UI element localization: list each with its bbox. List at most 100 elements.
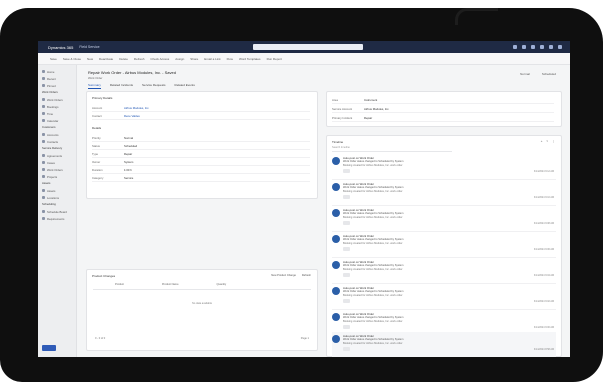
view-post-button[interactable] [343, 299, 350, 303]
contact-field[interactable]: Contact Rene Valdes [92, 112, 310, 120]
timeline-post[interactable]: Auto-post on Work Order Work Order statu… [332, 332, 556, 357]
tablet-camera-notch [455, 8, 498, 25]
contact-lookup-link[interactable]: Rene Valdes [124, 114, 140, 118]
column-header-product[interactable]: Product [115, 283, 124, 289]
subgrid-pager[interactable]: Page 1 [301, 337, 309, 340]
sidebar-item-pinned[interactable]: Pinned [38, 82, 76, 89]
status-field[interactable]: Status Scheduled [92, 142, 310, 150]
lightbulb-icon[interactable] [513, 45, 517, 49]
command-refresh-button[interactable]: Refresh [134, 57, 145, 61]
sidebar-item-locations[interactable]: Locations [38, 194, 76, 201]
sidebar-item-schedule-board[interactable]: Schedule Board [38, 208, 76, 215]
service-info-card: Area Instrument Service Account Airbus M… [326, 91, 562, 127]
sidebar-item-recent[interactable]: Recent [38, 75, 76, 82]
sidebar-item-agreements[interactable]: Agreements [38, 152, 76, 159]
sidebar-item-time[interactable]: Time [38, 110, 76, 117]
sidebar-item-service-work-orders[interactable]: Work Orders [38, 166, 76, 173]
column-header-quantity[interactable]: Quantity [217, 283, 227, 289]
category-field[interactable]: Category Service [92, 174, 310, 182]
gear-icon[interactable] [540, 45, 544, 49]
sidebar-group-heading: Customers [42, 125, 56, 129]
view-post-button[interactable] [343, 169, 350, 173]
command-assign-button[interactable]: Assign [175, 57, 184, 61]
subgrid-refresh-button[interactable]: Refresh [302, 274, 311, 277]
sidebar-group-heading: Service Delivery [42, 146, 63, 150]
sidebar-item-bookings[interactable]: Bookings [38, 103, 76, 110]
tab-summary[interactable]: Summary [88, 83, 101, 89]
view-post-button[interactable] [343, 195, 350, 199]
sidebar-item-requirements[interactable]: Requirements [38, 215, 76, 222]
view-post-button[interactable] [343, 247, 350, 251]
area-field[interactable]: Area Instrument [332, 96, 554, 104]
priority-field[interactable]: Priority Normal [92, 134, 310, 142]
sidebar-item-contacts[interactable]: Contacts [38, 138, 76, 145]
sidebar-item-calendar[interactable]: Calendar [38, 117, 76, 124]
command-save-close-button[interactable]: Save & Close [63, 57, 81, 61]
account-lookup-link[interactable]: Airbus Modules, Inc. [124, 106, 149, 110]
timeline-title: Timeline [332, 140, 344, 144]
timeline-search-input[interactable]: Search timeline [332, 146, 452, 152]
briefcase-icon [42, 161, 45, 164]
command-run-report-button[interactable]: Run Report [267, 57, 282, 61]
sidebar-group-heading: Work Orders [42, 90, 58, 94]
view-post-button[interactable] [343, 221, 350, 225]
new-product-change-button[interactable]: New Product Change [271, 274, 296, 277]
tab-related-events[interactable]: Related Events [175, 83, 195, 89]
avatar[interactable] [558, 45, 562, 49]
view-post-button[interactable] [343, 273, 350, 277]
timeline-post[interactable]: Auto-post on Work Order Work Order statu… [332, 284, 556, 310]
filter-icon[interactable]: ▿ [546, 139, 548, 143]
sidebar-group-heading: Scheduling [42, 202, 56, 206]
timeline-post[interactable]: Auto-post on Work Order Work Order statu… [332, 154, 556, 180]
timeline-post[interactable]: Auto-post on Work Order Work Order statu… [332, 232, 556, 258]
duration-field[interactable]: Duration 1:00 h [92, 166, 310, 174]
tab-service-requests[interactable]: Service Requests [142, 83, 166, 89]
header-status-field[interactable]: Scheduled [542, 72, 556, 76]
details-section-title: Details [92, 126, 102, 130]
account-field[interactable]: Account Airbus Modules, Inc. [92, 104, 310, 112]
command-save-button[interactable]: Save [50, 57, 57, 61]
sidebar-item-work-orders[interactable]: Work Orders [38, 96, 76, 103]
timeline-post[interactable]: Auto-post on Work Order Work Order statu… [332, 206, 556, 232]
tab-related-incidents[interactable]: Related Incidents [110, 83, 133, 89]
avatar [332, 335, 340, 343]
command-check-access-button[interactable]: Check Access [150, 57, 169, 61]
area-switcher-button[interactable] [42, 345, 56, 351]
sidebar-item-assets[interactable]: Assets [38, 187, 76, 194]
primary-incident-field[interactable]: Primary Incident Repair [332, 114, 554, 122]
sidebar-item-cases[interactable]: Cases [38, 159, 76, 166]
command-email-link-button[interactable]: Email a Link [204, 57, 220, 61]
app-name[interactable]: Dynamics 365 [48, 45, 73, 50]
command-deactivate-button[interactable]: Deactivate [99, 57, 113, 61]
type-field[interactable]: Type Repair [92, 150, 310, 158]
owner-field[interactable]: Owner System [92, 158, 310, 166]
command-word-templates-button[interactable]: Word Templates [239, 57, 261, 61]
plus-icon[interactable] [522, 45, 526, 49]
sidebar-item-home[interactable]: Home [38, 68, 76, 75]
filter-icon[interactable] [531, 45, 535, 49]
record-entity-label: Work Order [88, 76, 103, 80]
view-post-button[interactable] [343, 325, 350, 329]
command-new-button[interactable]: New [87, 57, 93, 61]
app-screen: Dynamics 365 Field Service Save Save & C… [38, 41, 570, 357]
avatar [332, 183, 340, 191]
header-priority-field[interactable]: Normal [520, 72, 530, 76]
cube-icon [42, 189, 45, 192]
subgrid-actions: New Product Change Refresh [271, 274, 311, 277]
help-icon[interactable] [549, 45, 553, 49]
sidebar-item-projects[interactable]: Projects [38, 173, 76, 180]
more-icon[interactable]: ⋮ [552, 139, 555, 143]
sidebar-item-accounts[interactable]: Accounts [38, 131, 76, 138]
person-icon [42, 140, 45, 143]
view-post-button[interactable] [343, 347, 350, 351]
service-account-field[interactable]: Service Account Airbus Modules, Inc. [332, 105, 554, 113]
column-header-product-name[interactable]: Product Name [162, 283, 179, 289]
timeline-post[interactable]: Auto-post on Work Order Work Order statu… [332, 258, 556, 284]
plus-icon[interactable]: + [541, 139, 543, 143]
command-delete-button[interactable]: Delete [119, 57, 128, 61]
command-share-button[interactable]: Share [190, 57, 198, 61]
global-search-input[interactable] [253, 44, 363, 50]
command-flow-button[interactable]: Flow [227, 57, 233, 61]
timeline-post[interactable]: Auto-post on Work Order Work Order statu… [332, 180, 556, 206]
home-icon [42, 70, 45, 73]
